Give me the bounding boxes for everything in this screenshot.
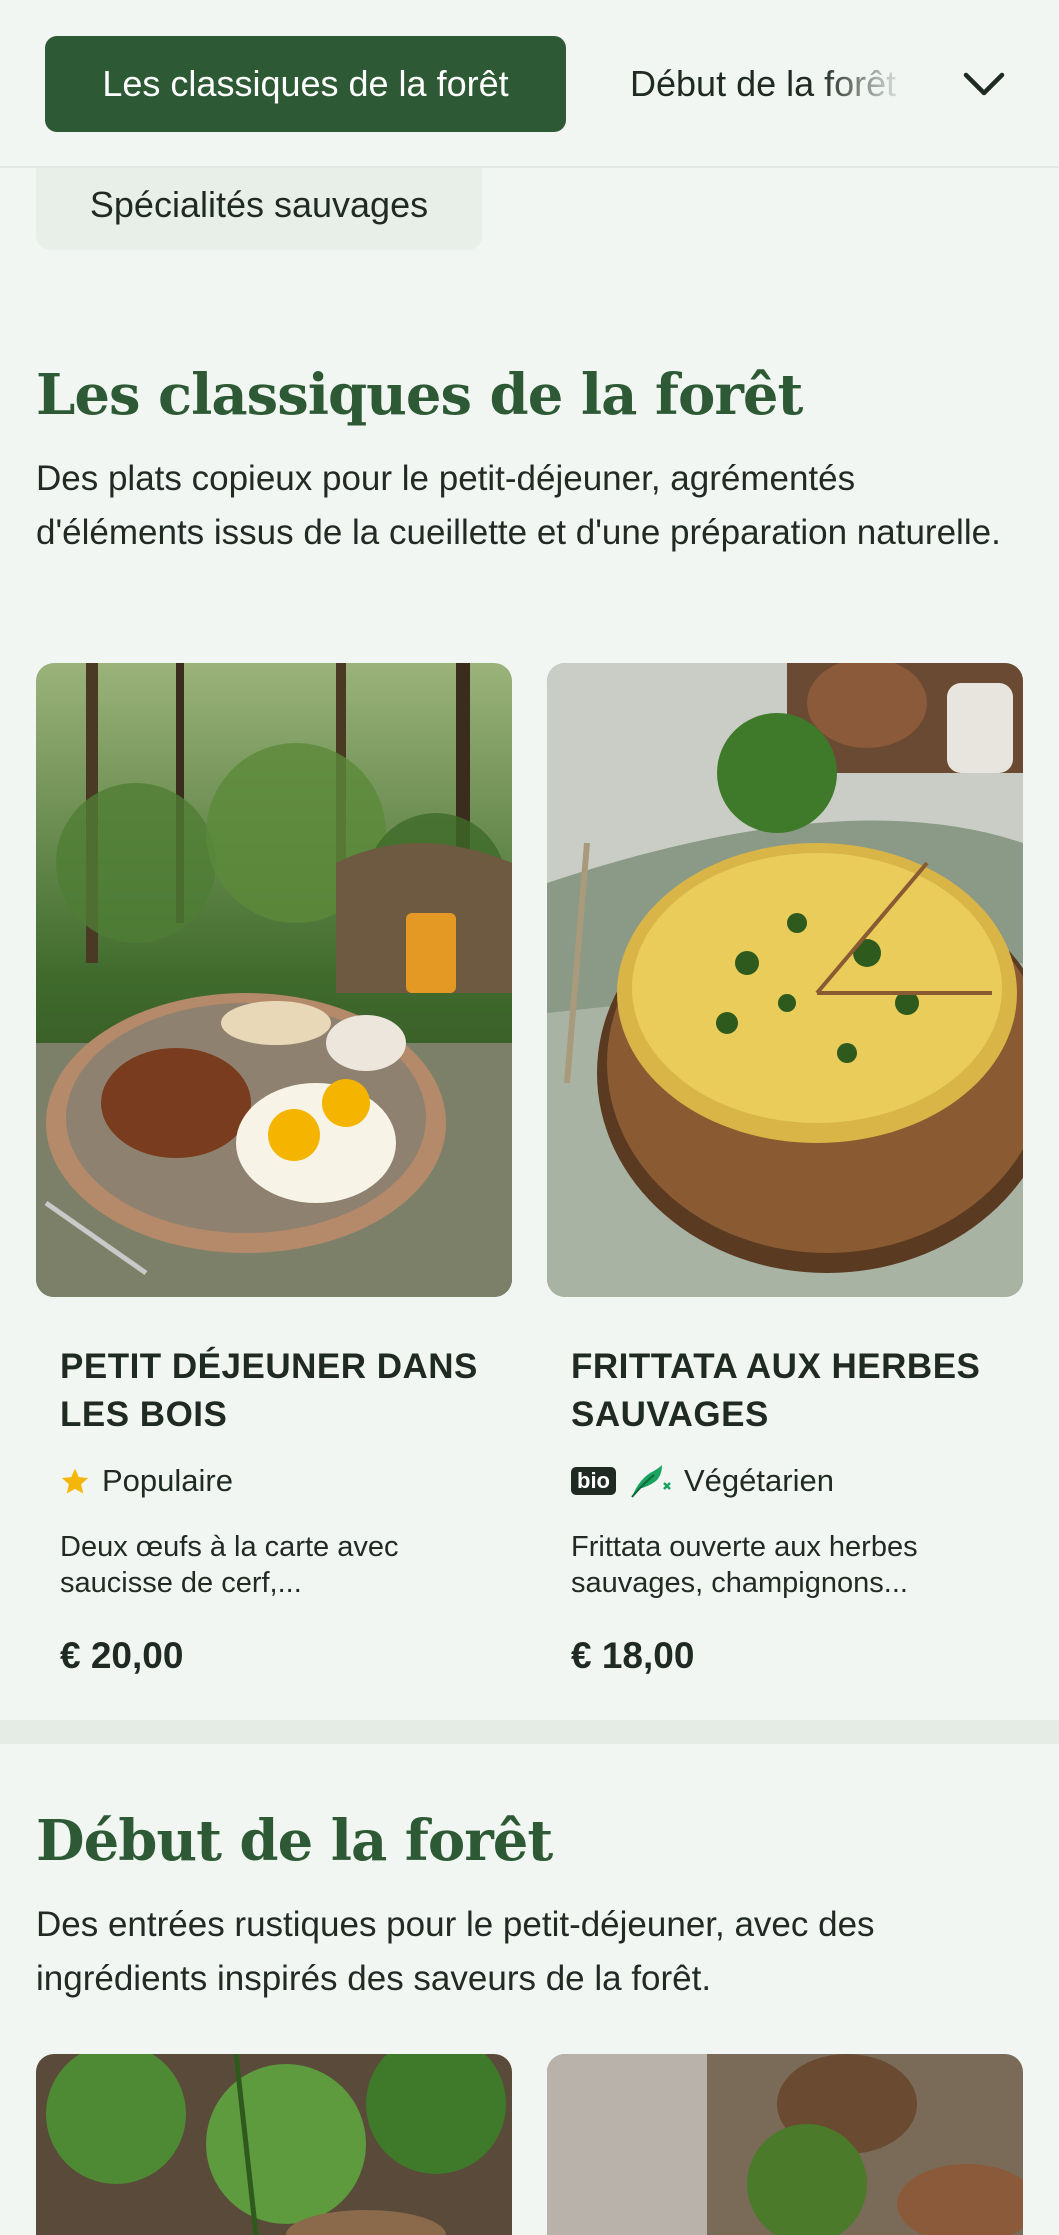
dish-photo[interactable] <box>36 2054 512 2235</box>
dish-photo[interactable] <box>547 2054 1023 2235</box>
category-nav: Les classiques de la forêt Début de la f… <box>0 0 1059 168</box>
section-description: Des entrées rustiques pour le petit-déje… <box>36 1905 875 1998</box>
menu-item-price: € 18,00 <box>571 1635 695 1676</box>
tag-row: bio Végétarien <box>571 1459 834 1503</box>
section-title: Les classiques de la forêt <box>36 362 803 428</box>
menu-item-name: FRITTATA AUX HERBES SAUVAGES <box>571 1347 981 1434</box>
chevron-down-icon[interactable] <box>960 60 1008 108</box>
category-chip-debut[interactable]: Début de la forêt <box>630 36 920 132</box>
category-chip-classiques[interactable]: Les classiques de la forêt <box>45 36 566 132</box>
section-title: Début de la forêt <box>36 1808 553 1874</box>
bio-badge: bio <box>571 1467 616 1495</box>
menu-item-name: PETIT DÉJEUNER DANS LES BOIS <box>60 1347 478 1434</box>
dish-photo-petit-dejeuner <box>36 663 512 1297</box>
menu-item-description: Frittata ouverte aux herbes sauvages, ch… <box>571 1531 918 1599</box>
section-divider <box>0 1720 1059 1744</box>
category-chip-specialites[interactable]: Spécialités sauvages <box>36 160 482 250</box>
tag-row: Populaire <box>60 1459 233 1503</box>
dish-photo-frittata <box>547 663 1023 1297</box>
menu-item-price: € 20,00 <box>60 1635 184 1676</box>
vegetarian-icon <box>628 1463 672 1499</box>
menu-item-description: Deux œufs à la carte avec saucisse de ce… <box>60 1531 399 1599</box>
section-description: Des plats copieux pour le petit-déjeuner… <box>36 459 1001 552</box>
tag-label: Populaire <box>102 1463 233 1498</box>
star-icon <box>60 1466 90 1496</box>
tag-label: Végétarien <box>684 1463 834 1498</box>
